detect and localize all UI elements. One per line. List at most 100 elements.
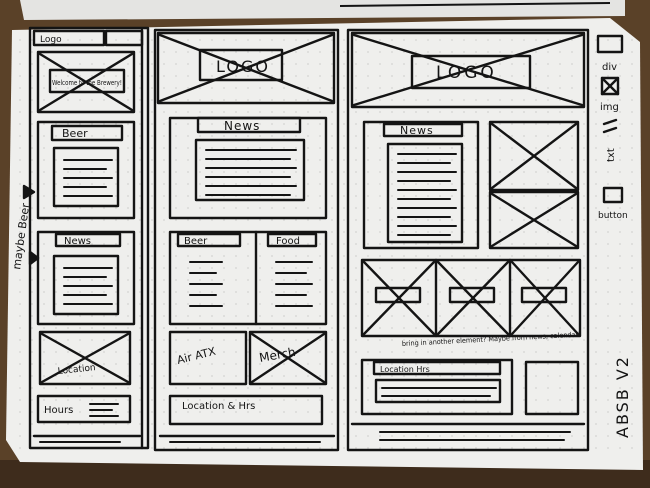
grid-dot: [619, 279, 621, 281]
grid-dot: [619, 111, 621, 113]
grid-dot: [307, 195, 309, 197]
grid-dot: [343, 243, 345, 245]
grid-dot: [175, 111, 177, 113]
grid-dot: [319, 255, 321, 257]
grid-dot: [163, 219, 165, 221]
grid-dot: [415, 39, 417, 41]
grid-dot: [403, 399, 405, 401]
grid-dot: [79, 123, 81, 125]
grid-dot: [511, 183, 513, 185]
grid-dot: [271, 363, 273, 365]
grid-dot: [19, 303, 21, 305]
grid-dot: [235, 51, 237, 53]
grid-dot: [271, 291, 273, 293]
grid-dot: [163, 231, 165, 233]
grid-dot: [247, 135, 249, 137]
grid-dot: [307, 75, 309, 77]
grid-dot: [43, 75, 45, 77]
grid-dot: [307, 279, 309, 281]
grid-dot: [283, 183, 285, 185]
grid-dot: [547, 363, 549, 365]
grid-dot: [403, 351, 405, 353]
grid-dot: [223, 291, 225, 293]
grid-dot: [19, 435, 21, 437]
grid-dot: [319, 411, 321, 413]
grid-dot: [139, 399, 141, 401]
grid-dot: [475, 399, 477, 401]
grid-dot: [619, 243, 621, 245]
grid-dot: [331, 351, 333, 353]
grid-dot: [259, 303, 261, 305]
grid-dot: [631, 99, 633, 101]
grid-dot: [271, 399, 273, 401]
grid-dot: [559, 63, 561, 65]
grid-dot: [559, 195, 561, 197]
grid-dot: [403, 111, 405, 113]
grid-dot: [415, 399, 417, 401]
grid-dot: [307, 147, 309, 149]
grid-dot: [223, 135, 225, 137]
grid-dot: [199, 135, 201, 137]
grid-dot: [595, 123, 597, 125]
grid-dot: [223, 171, 225, 173]
grid-dot: [463, 123, 465, 125]
grid-dot: [463, 363, 465, 365]
grid-dot: [379, 327, 381, 329]
grid-dot: [31, 339, 33, 341]
grid-dot: [55, 75, 57, 77]
grid-dot: [619, 231, 621, 233]
grid-dot: [103, 315, 105, 317]
grid-dot: [127, 339, 129, 341]
grid-dot: [595, 267, 597, 269]
grid-dot: [247, 291, 249, 293]
grid-dot: [187, 315, 189, 317]
grid-dot: [499, 315, 501, 317]
grid-dot: [415, 351, 417, 353]
grid-dot: [163, 135, 165, 137]
grid-dot: [199, 171, 201, 173]
grid-dot: [499, 171, 501, 173]
grid-dot: [319, 147, 321, 149]
grid-dot: [523, 39, 525, 41]
grid-dot: [127, 195, 129, 197]
grid-dot: [127, 87, 129, 89]
grid-dot: [223, 339, 225, 341]
grid-dot: [223, 243, 225, 245]
grid-dot: [91, 411, 93, 413]
grid-dot: [139, 339, 141, 341]
grid-dot: [55, 315, 57, 317]
grid-dot: [331, 339, 333, 341]
grid-dot: [631, 51, 633, 53]
grid-dot: [199, 219, 201, 221]
grid-dot: [391, 195, 393, 197]
grid-dot: [295, 411, 297, 413]
grid-dot: [487, 243, 489, 245]
grid-dot: [487, 123, 489, 125]
grid-dot: [379, 231, 381, 233]
grid-dot: [535, 291, 537, 293]
grid-dot: [151, 339, 153, 341]
grid-dot: [355, 363, 357, 365]
grid-dot: [523, 183, 525, 185]
grid-dot: [487, 363, 489, 365]
grid-dot: [607, 435, 609, 437]
grid-dot: [187, 99, 189, 101]
grid-dot: [151, 219, 153, 221]
grid-dot: [367, 351, 369, 353]
grid-dot: [487, 99, 489, 101]
grid-dot: [355, 135, 357, 137]
grid-dot: [55, 399, 57, 401]
grid-dot: [103, 327, 105, 329]
grid-dot: [583, 219, 585, 221]
grid-dot: [619, 171, 621, 173]
grid-dot: [295, 255, 297, 257]
grid-dot: [235, 447, 237, 449]
grid-dot: [151, 423, 153, 425]
grid-dot: [43, 171, 45, 173]
grid-dot: [91, 339, 93, 341]
grid-dot: [355, 411, 357, 413]
grid-dot: [319, 339, 321, 341]
grid-dot: [547, 147, 549, 149]
grid-dot: [547, 327, 549, 329]
grid-dot: [535, 159, 537, 161]
